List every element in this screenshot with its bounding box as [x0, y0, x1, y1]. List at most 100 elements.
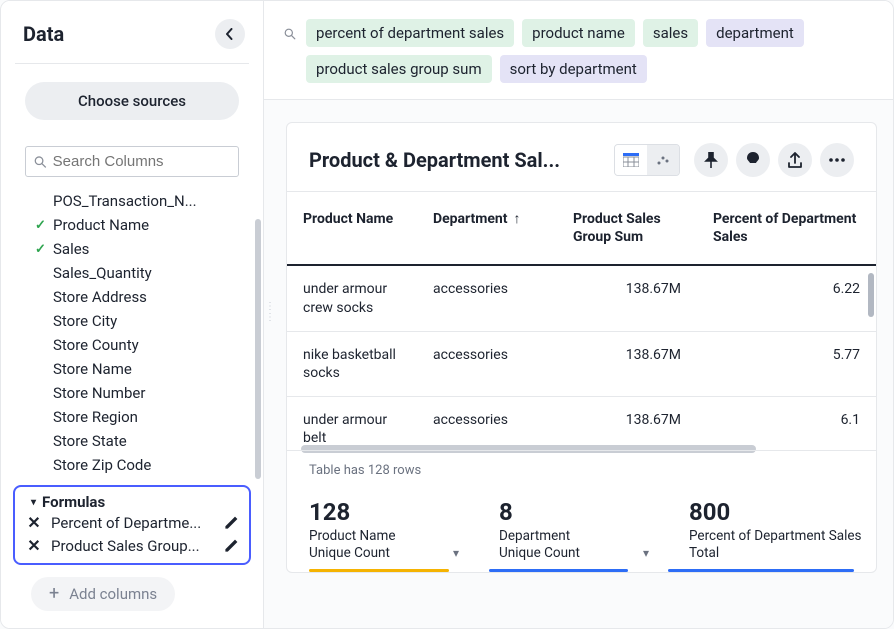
chart-view-button[interactable]: [647, 145, 679, 175]
remove-formula-button[interactable]: ✕: [25, 536, 43, 555]
summary-caret-icon[interactable]: [643, 545, 649, 563]
column-header[interactable]: Product Name: [287, 192, 417, 266]
column-label: Sales: [53, 240, 89, 258]
table-row[interactable]: under armour crew socks accessories 138.…: [287, 265, 876, 331]
results-table: Product Name Department↑ Product Sales G…: [287, 191, 876, 451]
add-columns-label: Add columns: [69, 585, 157, 603]
table-vscrollbar[interactable]: [868, 273, 874, 317]
insight-button[interactable]: [736, 143, 770, 177]
cell-percent: 6.22: [697, 265, 876, 331]
cell-department: accessories: [417, 397, 557, 450]
column-item[interactable]: Store State: [1, 429, 257, 453]
search-columns-box[interactable]: [25, 146, 239, 177]
column-item[interactable]: Store Address: [1, 285, 257, 309]
column-header[interactable]: Product Sales Group Sum: [557, 192, 697, 266]
column-item[interactable]: Sales_Quantity: [1, 261, 257, 285]
search-chip[interactable]: sales: [643, 19, 698, 47]
more-icon: [829, 158, 845, 162]
sidebar-title: Data: [23, 22, 64, 46]
table-header-row: Product Name Department↑ Product Sales G…: [287, 192, 876, 266]
search-chip[interactable]: product sales group sum: [306, 55, 492, 83]
cell-department: accessories: [417, 331, 557, 396]
summary-label: Department Unique Count: [499, 528, 649, 563]
column-item[interactable]: Store Region: [1, 405, 257, 429]
table-view-button[interactable]: [615, 145, 647, 175]
search-bar: percent of department sales product name…: [264, 1, 893, 100]
share-button[interactable]: [778, 143, 812, 177]
column-label: Store County: [53, 336, 139, 354]
sidebar-header: Data: [1, 1, 263, 63]
column-header[interactable]: Department↑: [417, 192, 557, 266]
column-item[interactable]: POS_Transaction_N...: [1, 189, 257, 213]
formula-item[interactable]: ✕ Percent of Departme...: [21, 511, 243, 534]
column-item[interactable]: Store County: [1, 333, 257, 357]
main: percent of department sales product name…: [264, 1, 893, 628]
pencil-icon[interactable]: [223, 515, 239, 531]
formulas-header[interactable]: ▾ Formulas: [21, 493, 243, 511]
lightbulb-icon: [746, 152, 760, 168]
collapse-sidebar-button[interactable]: [215, 19, 245, 49]
cell-percent: 6.1: [697, 397, 876, 450]
search-chip[interactable]: percent of department sales: [306, 19, 514, 47]
panel-title: Product & Department Sal...: [309, 148, 560, 172]
formula-label: Percent of Departme...: [51, 514, 215, 532]
column-label: Store State: [53, 432, 127, 450]
pin-icon: [704, 152, 718, 168]
remove-formula-button[interactable]: ✕: [25, 513, 43, 532]
column-item[interactable]: Store Name: [1, 357, 257, 381]
columns-list: POS_Transaction_N... Product Name Sales …: [1, 187, 263, 479]
plus-icon: +: [49, 585, 59, 603]
search-icon: [34, 155, 47, 169]
column-label: Store Zip Code: [53, 456, 151, 474]
cell-department: accessories: [417, 265, 557, 331]
summary-card[interactable]: 8 Department Unique Count: [499, 498, 649, 563]
table-row[interactable]: nike basketball socks accessories 138.67…: [287, 331, 876, 396]
column-item[interactable]: Sales: [1, 237, 257, 261]
more-button[interactable]: [820, 143, 854, 177]
summary-bar: [668, 569, 854, 572]
column-label: Store Region: [53, 408, 138, 426]
chevron-left-icon: [225, 28, 235, 40]
pencil-icon[interactable]: [223, 538, 239, 554]
summary-card[interactable]: 800 Percent of Department Sales Total: [689, 498, 877, 563]
table-row[interactable]: under armour belt accessories 138.67M 6.…: [287, 397, 876, 450]
search-chip[interactable]: product name: [522, 19, 635, 47]
view-toggle: [614, 144, 680, 176]
pin-button[interactable]: [694, 143, 728, 177]
cell-product-name: nike basketball socks: [287, 331, 417, 396]
cell-percent: 5.77: [697, 331, 876, 396]
column-item[interactable]: Store Zip Code: [1, 453, 257, 477]
cell-group-sum: 138.67M: [557, 331, 697, 396]
choose-sources-button[interactable]: Choose sources: [25, 82, 239, 120]
column-label: Store Number: [53, 384, 145, 402]
summary-value: 800: [689, 498, 877, 526]
column-item[interactable]: Store Number: [1, 381, 257, 405]
summary-caret-icon[interactable]: [453, 545, 459, 563]
formula-label: Product Sales Group...: [51, 537, 215, 555]
table-wrap: Product Name Department↑ Product Sales G…: [287, 191, 876, 451]
add-columns-button[interactable]: + Add columns: [31, 577, 175, 611]
chart-icon: [655, 153, 671, 167]
resize-handle[interactable]: ⋮⋮: [264, 301, 276, 323]
column-item[interactable]: Store City: [1, 309, 257, 333]
sidebar-scrollbar[interactable]: [255, 219, 261, 479]
column-label: Store Address: [53, 288, 147, 306]
summary-bar: [309, 569, 449, 572]
search-columns-input[interactable]: [53, 153, 230, 170]
column-label: Store Name: [53, 360, 132, 378]
formula-item[interactable]: ✕ Product Sales Group...: [21, 534, 243, 557]
summary-bar: [489, 569, 629, 572]
cell-group-sum: 138.67M: [557, 265, 697, 331]
app-root: Data Choose sources POS_Transaction_N...…: [0, 0, 894, 629]
share-icon: [788, 152, 802, 168]
column-item[interactable]: Product Name: [1, 213, 257, 237]
caret-down-icon: ▾: [31, 497, 36, 508]
results-panel: Product & Department Sal...: [286, 122, 877, 573]
sidebar: Data Choose sources POS_Transaction_N...…: [1, 1, 264, 628]
column-header[interactable]: Percent of Department Sales: [697, 192, 876, 266]
search-chip[interactable]: sort by department: [500, 55, 647, 83]
table-icon: [623, 153, 639, 167]
table-footer: Table has 128 rows: [287, 453, 876, 484]
summary-card[interactable]: 128 Product Name Unique Count: [309, 498, 459, 563]
search-chip[interactable]: department: [706, 19, 804, 47]
